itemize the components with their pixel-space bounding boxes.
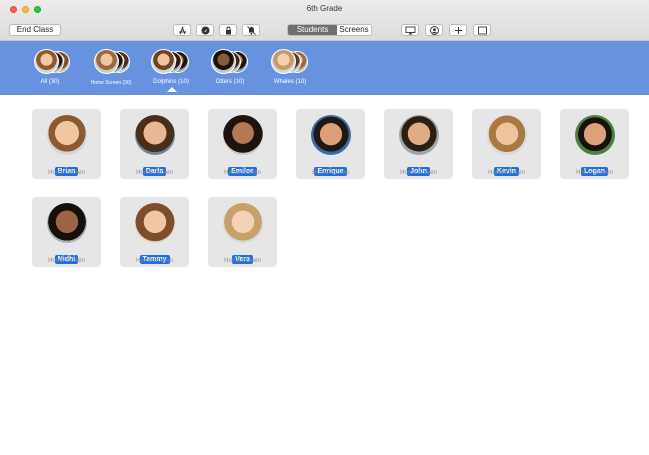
airplay-button[interactable]: [401, 24, 419, 36]
group-avatars: [149, 49, 193, 75]
avatar: [151, 49, 176, 74]
avatar: [47, 115, 87, 155]
student-status: Home Screen: [136, 170, 173, 176]
student-tile-logan[interactable]: Logan Home Screen: [560, 109, 629, 179]
end-class-button[interactable]: End Class: [9, 24, 61, 36]
lock-button[interactable]: [219, 24, 237, 36]
avatar: [211, 49, 236, 74]
group-home-screen[interactable]: Home Screen (30): [86, 49, 136, 89]
mute-icon: [247, 26, 256, 35]
student-tile-enrique[interactable]: Enrique Home Screen: [296, 109, 365, 179]
group-all[interactable]: All (30): [28, 49, 72, 89]
avatar: [223, 203, 263, 243]
group-label: Home Screen (30): [90, 80, 132, 86]
group-bar: All (30) Home Screen (30) Dolphins (10): [0, 41, 649, 95]
person-icon: [430, 26, 439, 35]
avatar: [94, 49, 119, 74]
group-label: Dolphins (10): [153, 79, 189, 85]
avatar: [135, 203, 175, 243]
square-icon: [478, 26, 487, 35]
student-tile-emilee[interactable]: Emilee Home Screen: [208, 109, 277, 179]
window-title: 6th Grade: [306, 4, 343, 13]
screens-view-tab[interactable]: Screens: [337, 25, 371, 35]
view-segmented-control: Students Screens: [287, 24, 372, 36]
toolbar: 6th Grade End Class Students Screens: [0, 0, 649, 41]
mute-button[interactable]: [242, 24, 260, 36]
open-app-button[interactable]: [173, 24, 191, 36]
group-label: Whales (10): [273, 79, 307, 85]
selected-group-indicator: [167, 87, 177, 92]
student-tile-tammy[interactable]: Tammy Home Screen: [120, 197, 189, 267]
student-status: Home Screen: [48, 258, 85, 264]
avatar: [223, 115, 263, 155]
avatar: [47, 203, 87, 243]
student-tile-brian[interactable]: Brian Home Screen: [32, 109, 101, 179]
avatar: [271, 49, 296, 74]
add-button[interactable]: [449, 24, 467, 36]
student-tile-kevin[interactable]: Kevin Home Screen: [472, 109, 541, 179]
sidebar-toggle-button[interactable]: [473, 24, 491, 36]
group-otters[interactable]: Otters (10): [210, 49, 250, 89]
group-avatars: [32, 49, 72, 75]
classroom-window: 6th Grade End Class Students Screens All…: [0, 0, 649, 455]
student-tile-darla[interactable]: Darla Home Screen: [120, 109, 189, 179]
student-status: Home Screen: [576, 170, 613, 176]
student-status: Home Screen: [224, 170, 261, 176]
student-status: Home Screen: [136, 258, 173, 264]
student-status: Home Screen: [312, 170, 349, 176]
student-tile-nidhi[interactable]: Nidhi Home Screen: [32, 197, 101, 267]
navigate-button[interactable]: [196, 24, 214, 36]
group-whales[interactable]: Whales (10): [270, 49, 310, 89]
avatar: [399, 115, 439, 155]
group-label: All (30): [40, 79, 60, 85]
student-tile-vera[interactable]: Vera Home Screen: [208, 197, 277, 267]
avatar: [135, 115, 175, 155]
student-tile-john[interactable]: John Home Screen: [384, 109, 453, 179]
lock-icon: [226, 26, 231, 35]
group-avatars: [270, 49, 310, 75]
avatar: [487, 115, 527, 155]
student-status: Home Screen: [400, 170, 437, 176]
group-avatars: [92, 49, 132, 75]
group-label: Otters (10): [215, 79, 245, 85]
avatar: [575, 115, 615, 155]
app-store-icon: [179, 26, 186, 35]
student-status: Home Screen: [48, 170, 85, 176]
plus-icon: [455, 27, 462, 34]
avatar: [311, 115, 351, 155]
students-view-tab[interactable]: Students: [288, 25, 337, 35]
airplay-icon: [405, 26, 416, 35]
group-dolphins[interactable]: Dolphins (10): [149, 49, 193, 89]
group-avatars: [210, 49, 250, 75]
avatar: [34, 49, 59, 74]
student-status: Home Screen: [224, 258, 261, 264]
compass-icon: [201, 26, 210, 35]
student-view-button[interactable]: [425, 24, 443, 36]
student-status: Home Screen: [488, 170, 525, 176]
